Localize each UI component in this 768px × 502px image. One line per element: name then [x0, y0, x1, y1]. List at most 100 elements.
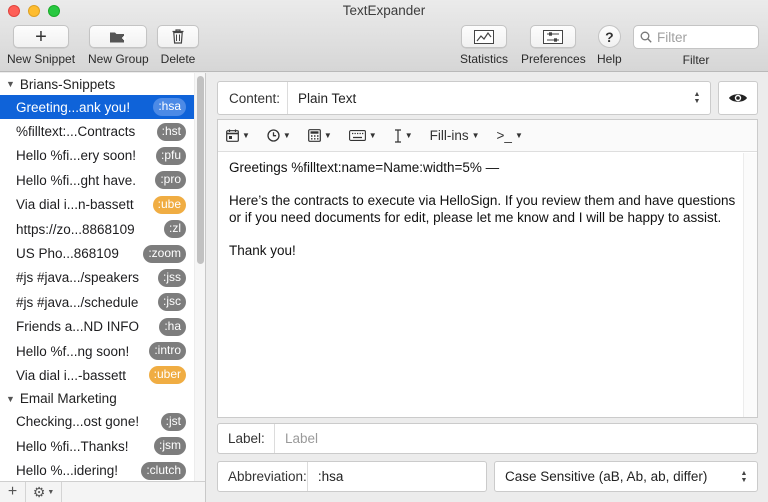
- sidebar-group-name: Brians-Snippets: [19, 76, 116, 92]
- snippet-list-item[interactable]: US Pho...868109:zoom: [0, 241, 194, 265]
- snippet-list-item[interactable]: Hello %...idering! :clutch: [0, 458, 194, 481]
- window-title: TextExpander: [342, 3, 426, 18]
- abbreviation-badge: :uber: [148, 366, 186, 385]
- search-icon: [640, 31, 652, 43]
- snippet-list-item[interactable]: Via dial i...n-bassett :ube: [0, 193, 194, 217]
- delete-tool[interactable]: Delete: [157, 25, 199, 66]
- new-group-tool[interactable]: New Group: [88, 25, 149, 66]
- clock-icon: [267, 129, 280, 142]
- preferences-button[interactable]: [530, 25, 577, 48]
- sidebar-scroll-thumb[interactable]: [197, 76, 204, 264]
- filter-label: Filter: [682, 53, 710, 67]
- label-field-label: Label:: [218, 424, 275, 453]
- keyboard-icon: [348, 130, 366, 141]
- gear-icon: ⚙: [32, 483, 46, 500]
- plus-icon: +: [7, 483, 18, 500]
- statistics-button[interactable]: [461, 25, 507, 48]
- calculator-menu-button[interactable]: ▼: [307, 129, 332, 142]
- sidebar-group[interactable]: ▼ Brians-Snippets: [0, 73, 194, 95]
- window-toolbar: TextExpander + New Snippet New Group Del…: [0, 0, 768, 72]
- new-group-button[interactable]: [89, 25, 148, 48]
- snippet-label: US Pho...868109: [16, 246, 119, 262]
- snippet-list-item[interactable]: Via dial i...-bassett :uber: [0, 363, 194, 387]
- fill-ins-label: Fill-ins: [429, 128, 469, 143]
- snippet-label: #js #java.../speakers: [16, 270, 140, 286]
- abbreviation-badge: :pfu: [155, 146, 186, 165]
- abbreviation-badge: :jst: [160, 412, 186, 431]
- help-tool[interactable]: ? Help: [597, 25, 622, 66]
- snippet-label: Via dial i...n-bassett: [16, 197, 134, 213]
- add-item-button[interactable]: +: [0, 482, 26, 502]
- abbreviation-input[interactable]: [307, 462, 495, 491]
- snippet-list-item[interactable]: Checking...ost gone!:jst: [0, 410, 194, 434]
- fill-ins-menu-button[interactable]: Fill-ins ▼: [430, 128, 480, 143]
- cursor-menu-button[interactable]: ▼: [394, 128, 413, 143]
- snippet-label: Via dial i...-bassett: [16, 367, 127, 383]
- snippet-list-item[interactable]: Hello %fi...ght have.:pro: [0, 168, 194, 192]
- disclosure-triangle-icon[interactable]: ▼: [6, 79, 15, 89]
- snippet-list-item[interactable]: #js #java.../speakers :jss: [0, 266, 194, 290]
- chevron-down-icon: ▼: [242, 131, 250, 140]
- preferences-switches-icon: [543, 29, 564, 44]
- snippet-sidebar: ▼ Brians-Snippets Greeting...ank you!:hsa%…: [0, 73, 206, 502]
- snippet-label: %filltext:...Contracts: [16, 124, 136, 140]
- snippet-list-item[interactable]: Hello %fi...ery soon! :pfu: [0, 144, 194, 168]
- chevron-down-icon: ▼: [282, 131, 291, 140]
- delete-button[interactable]: [157, 25, 199, 48]
- snippet-list-item[interactable]: %filltext:...Contracts :hst: [0, 119, 194, 143]
- keyboard-menu-button[interactable]: ▼: [348, 130, 377, 141]
- case-sensitivity-value: Case Sensitive (aB, Ab, ab, differ): [505, 469, 708, 484]
- abbreviation-badge: :pro: [155, 171, 186, 190]
- abbreviation-badge: :jss: [158, 268, 186, 287]
- snippet-list-item[interactable]: Hello %f...ng soon!:intro: [0, 339, 194, 363]
- sidebar-scrollbar[interactable]: [194, 73, 205, 481]
- preferences-tool[interactable]: Preferences: [521, 25, 586, 66]
- help-button[interactable]: ?: [597, 25, 621, 48]
- chevron-down-icon: ▼: [368, 131, 377, 140]
- snippet-label: Hello %...idering!: [16, 463, 119, 479]
- disclosure-triangle-icon[interactable]: ▼: [6, 394, 15, 404]
- filter-input[interactable]: [657, 29, 753, 45]
- filter-tool: Filter: [633, 25, 759, 67]
- snippet-list-item[interactable]: https://zo...8868109:zl: [0, 217, 194, 241]
- script-menu-button[interactable]: >_ ▼: [497, 128, 523, 143]
- snippet-label: Hello %fi...ery soon!: [16, 148, 137, 164]
- time-menu-button[interactable]: ▼: [267, 129, 291, 142]
- abbreviation-field-label: Abbreviation:: [218, 462, 308, 491]
- snippet-list: ▼ Brians-Snippets Greeting...ank you!:hsa%…: [0, 73, 194, 481]
- date-menu-button[interactable]: ▼: [226, 129, 250, 142]
- folder-plus-icon: [110, 32, 127, 42]
- preferences-label: Preferences: [521, 52, 586, 66]
- statistics-chart-icon: [474, 29, 494, 44]
- new-snippet-button[interactable]: +: [13, 25, 70, 48]
- sidebar-group[interactable]: ▼ Email Marketing: [0, 388, 194, 410]
- chevron-down-icon: ▼: [514, 131, 523, 140]
- snippet-label: Hello %fi...Thanks!: [16, 438, 129, 454]
- content-type-select[interactable]: Content: Plain Text ▲ ▼: [217, 81, 711, 115]
- eye-icon: [729, 94, 747, 102]
- snippet-content-editor[interactable]: ▼ ▼ ▼ ▼ ▼ Fill-ins ▼ >_ ▼ Greetings %fil…: [217, 119, 758, 418]
- snippet-list-item[interactable]: Hello %fi...Thanks!:jsm: [0, 434, 194, 458]
- new-snippet-tool[interactable]: + New Snippet: [7, 25, 75, 66]
- terminal-prompt-icon: >_: [496, 128, 512, 143]
- snippet-content-text[interactable]: Greetings %filltext:name=Name:width=5% —…: [229, 160, 739, 276]
- updown-arrows-icon: ▲ ▼: [693, 91, 701, 105]
- abbreviation-field: Abbreviation:: [217, 461, 495, 492]
- gear-menu-button[interactable]: ⚙ ▼: [26, 482, 62, 502]
- snippet-editor-panel: Content: Plain Text ▲ ▼ ▼ ▼ ▼ ▼ ▼ Fill-i…: [207, 73, 768, 502]
- snippet-label: #js #java.../schedule: [16, 294, 139, 310]
- preview-button[interactable]: [718, 81, 758, 115]
- snippet-list-item[interactable]: Friends a...ND INFO:ha: [0, 315, 194, 339]
- chevron-down-icon: ▼: [404, 131, 413, 140]
- filter-field[interactable]: [633, 25, 759, 49]
- statistics-tool[interactable]: Statistics: [460, 25, 508, 66]
- snippet-list-item[interactable]: Greeting...ank you!:hsa: [0, 95, 194, 120]
- editor-scrollbar[interactable]: [743, 153, 757, 417]
- abbreviation-badge: :ube: [152, 195, 186, 214]
- abbreviation-badge: :clutch: [141, 461, 186, 480]
- abbreviation-badge: :hst: [156, 122, 186, 141]
- label-input[interactable]: [275, 424, 757, 453]
- case-sensitivity-select[interactable]: Case Sensitive (aB, Ab, ab, differ) ▲ ▼: [494, 461, 758, 492]
- question-mark-icon: ?: [605, 28, 614, 45]
- snippet-list-item[interactable]: #js #java.../schedule:jsc: [0, 290, 194, 314]
